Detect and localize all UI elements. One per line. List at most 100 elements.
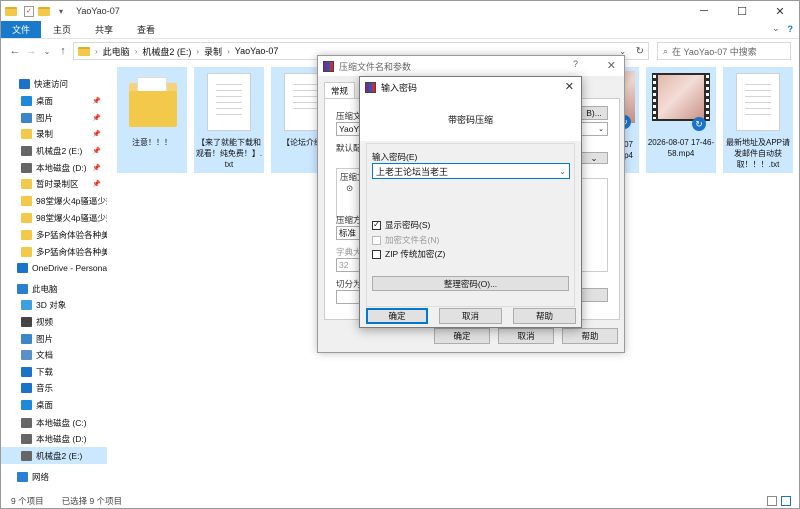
video-thumbnail: ↻ (652, 69, 710, 135)
sidebar-item[interactable]: 图片 📌 (1, 109, 107, 126)
sidebar-item[interactable]: 音乐 (1, 379, 107, 396)
expand-ribbon-icon[interactable]: ⌄ (772, 23, 780, 34)
breadcrumb-record[interactable]: 录制 (204, 45, 222, 58)
tab-file[interactable]: 文件 (1, 21, 42, 38)
file-label: 2026-08-07 17-46-58.mp4 (647, 138, 715, 158)
sidebar-item[interactable]: 网络 (1, 468, 107, 485)
breadcrumb-current[interactable]: YaoYao-07 (235, 46, 279, 56)
sidebar-item[interactable]: 快速访问 (1, 75, 107, 92)
profile-dropdown[interactable]: ⌄ (580, 152, 608, 164)
file-item-video[interactable]: ↻ 2026-08-07 17-46-58.mp4 (646, 67, 716, 173)
properties-icon[interactable]: ✓ (24, 5, 34, 17)
encrypt-filenames-checkbox[interactable]: 加密文件名(N) (372, 234, 439, 246)
details-view-icon[interactable] (767, 496, 777, 506)
help-icon[interactable]: ? (788, 24, 794, 34)
sidebar-item[interactable]: 机械盘2 (E:) (1, 447, 107, 464)
sidebar-item[interactable]: 桌面 📌 (1, 92, 107, 109)
file-item-txt[interactable]: 【来了就能下载和观看！纯免费！】.txt (194, 67, 264, 173)
organize-passwords-button[interactable]: 整理密码(O)... (372, 276, 569, 291)
tab-view[interactable]: 查看 (125, 21, 167, 38)
pin-icon: 📌 (92, 147, 101, 155)
chevron-down-icon[interactable]: ⌄ (559, 167, 566, 176)
sidebar-item-label: 暂时录制区 (36, 178, 79, 189)
dialog-header: 带密码压缩 (360, 97, 581, 141)
sidebar-item[interactable]: 多P猛肏体验各种美 (1, 226, 107, 243)
password-input[interactable]: 上老王论坛当老王 ⌄ (372, 163, 570, 179)
network-icon (17, 471, 28, 482)
sidebar-item-label: 网络 (32, 471, 50, 482)
new-folder-icon[interactable] (37, 4, 51, 18)
tab-share[interactable]: 共享 (83, 21, 125, 38)
sidebar-item-label: 98堂爆火4p骚逼少妇 (36, 212, 107, 223)
cancel-button[interactable]: 取消 (439, 308, 502, 324)
folder-icon (21, 178, 32, 189)
minimize-button[interactable]: ─ (685, 1, 723, 21)
breadcrumb-drive[interactable]: 机械盘2 (E:) (142, 45, 191, 58)
customize-toolbar-icon[interactable]: ▾ (54, 4, 68, 18)
sidebar-item-label: 机械盘2 (E:) (36, 450, 83, 461)
recent-chevron-icon[interactable]: ⌄ (39, 47, 55, 56)
up-icon[interactable]: ↑ (55, 45, 71, 57)
pin-icon: 📌 (92, 97, 101, 105)
sidebar-item[interactable]: 下载 (1, 363, 107, 380)
sidebar-item[interactable]: 视频 (1, 313, 107, 330)
close-icon[interactable]: ✕ (607, 59, 616, 72)
sidebar-item[interactable]: 机械盘2 (E:) 📌 (1, 142, 107, 159)
window-title: YaoYao-07 (76, 6, 120, 16)
sidebar-item-label: 音乐 (36, 382, 54, 393)
ok-button[interactable]: 确定 (366, 308, 428, 324)
maximize-button[interactable]: ☐ (723, 1, 761, 21)
zip-legacy-checkbox[interactable]: ZIP 传统加密(Z) (372, 248, 445, 260)
close-icon[interactable]: ✕ (565, 80, 574, 93)
pin-icon: 📌 (92, 114, 101, 122)
help-button[interactable]: 帮助 (562, 328, 618, 344)
sidebar-item[interactable]: 录制 📌 (1, 125, 107, 142)
forward-icon[interactable]: → (23, 45, 39, 57)
sidebar-item[interactable]: 此电脑 (1, 280, 107, 297)
file-item-txt[interactable]: 最新地址及APP请发邮件自动获取！！！.txt (723, 67, 793, 173)
desktop-icon (21, 399, 32, 410)
large-icons-view-icon[interactable] (781, 496, 791, 506)
sidebar-item[interactable]: OneDrive - Persona (1, 259, 107, 276)
show-password-checkbox[interactable]: ✓ 显示密码(S) (372, 219, 430, 231)
sidebar-item[interactable]: 桌面 (1, 396, 107, 413)
sidebar-item[interactable]: 本地磁盘 (D:) 📌 (1, 159, 107, 176)
close-button[interactable]: ✕ (761, 1, 799, 21)
search-input[interactable]: ⌕ 在 YaoYao-07 中搜索 (657, 42, 791, 60)
radio-format[interactable]: ⊙ (346, 183, 353, 194)
file-item-folder[interactable]: 注意！！！ (117, 67, 187, 173)
drive-icon (21, 450, 32, 461)
back-icon[interactable]: ← (7, 45, 23, 57)
tab-home[interactable]: 主页 (41, 21, 83, 38)
cancel-button[interactable]: 取消 (498, 328, 554, 344)
desktop-icon (21, 95, 32, 106)
download-icon (21, 366, 32, 377)
winrar-icon (365, 81, 376, 93)
cloud-icon (17, 262, 28, 273)
pictures-icon (21, 333, 32, 344)
sidebar-item[interactable]: 多P猛肏体验各种美 (1, 243, 107, 260)
save-defaults-button[interactable] (580, 288, 608, 302)
chevron-right-icon: › (95, 46, 98, 56)
ok-button[interactable]: 确定 (434, 328, 490, 344)
sidebar-item[interactable]: 本地磁盘 (D:) (1, 430, 107, 447)
refresh-icon[interactable]: ↻ (636, 46, 644, 57)
sidebar-item-label: 机械盘2 (E:) (36, 145, 83, 156)
sidebar-item[interactable]: 暂时录制区 📌 (1, 175, 107, 192)
browse-button[interactable]: B)... (580, 106, 608, 120)
breadcrumb-this-pc[interactable]: 此电脑 (103, 45, 130, 58)
sidebar-item[interactable]: 98堂爆火4p骚逼少妇 (1, 209, 107, 226)
3d-objects-icon (21, 299, 32, 310)
sidebar-item[interactable]: 图片 (1, 330, 107, 347)
help-button[interactable]: 帮助 (513, 308, 576, 324)
folder-icon (4, 4, 18, 18)
sidebar-item[interactable]: 本地磁盘 (C:) (1, 414, 107, 431)
help-icon[interactable]: ? (573, 59, 578, 69)
sidebar-item[interactable]: 98堂爆火4p骚逼少妇 (1, 192, 107, 209)
sidebar-item-label: 图片 (36, 112, 54, 123)
tab-general[interactable]: 常规 (324, 82, 356, 98)
sidebar-item-label: 文档 (36, 349, 54, 360)
dialog-title: 输入密码 (381, 82, 418, 93)
sidebar-item[interactable]: 3D 对象 (1, 296, 107, 313)
sidebar-item[interactable]: 文档 (1, 346, 107, 363)
